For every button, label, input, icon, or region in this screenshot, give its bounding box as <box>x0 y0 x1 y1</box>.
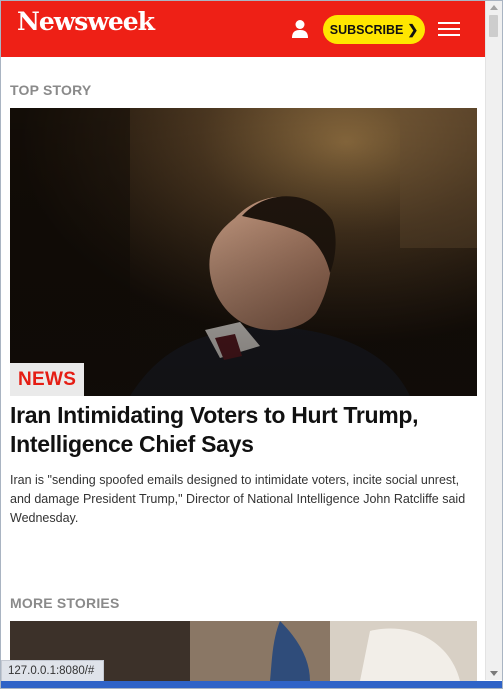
subscribe-button[interactable]: SUBSCRIBE ❯ <box>323 15 425 44</box>
hamburger-menu-icon[interactable] <box>438 22 460 36</box>
newsweek-logo[interactable]: Newsweek <box>17 7 155 36</box>
top-story-summary: Iran is "sending spoofed emails designed… <box>10 473 466 525</box>
taskbar-strip <box>1 681 502 688</box>
browser-status-url: 127.0.0.1:8080/# <box>1 660 105 682</box>
user-icon[interactable] <box>291 19 309 39</box>
scroll-down-arrow-icon[interactable] <box>490 671 498 676</box>
site-header: Newsweek SUBSCRIBE ❯ <box>1 1 485 57</box>
top-story-image[interactable] <box>10 108 477 396</box>
more-stories-label: MORE STORIES <box>10 595 120 611</box>
subscribe-label: SUBSCRIBE <box>329 22 404 37</box>
news-category-badge[interactable]: NEWS <box>10 363 85 396</box>
vertical-scrollbar[interactable] <box>485 1 502 680</box>
chevron-right-icon: ❯ <box>407 21 419 37</box>
scroll-thumb[interactable] <box>489 15 498 37</box>
scroll-up-arrow-icon[interactable] <box>490 5 498 10</box>
top-story-label: TOP STORY <box>10 82 92 98</box>
top-story-headline[interactable]: Iran Intimidating Voters to Hurt Trump, … <box>10 401 450 459</box>
